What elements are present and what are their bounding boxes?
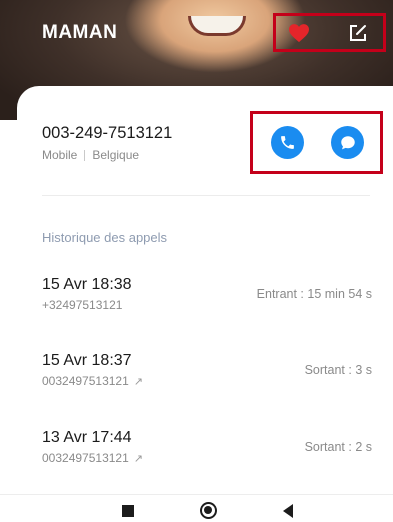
outgoing-arrow-icon: ↗ (133, 453, 143, 465)
square-icon[interactable] (122, 505, 134, 517)
divider (42, 195, 370, 196)
photo-smile (188, 16, 246, 36)
call-history-row[interactable]: 15 Avr 18:38 +32497513121 Entrant : 15 m… (42, 276, 372, 316)
contact-name: MAMAN (42, 22, 118, 43)
edit-contact-button[interactable] (348, 23, 368, 43)
call-duration: Sortant : 3 s (304, 363, 372, 377)
call-number: 0032497513121 ↗ (42, 374, 143, 388)
call-number: 0032497513121 ↗ (42, 451, 143, 465)
call-history-row[interactable]: 13 Avr 17:44 0032497513121 ↗ Sortant : 2 … (42, 429, 372, 469)
call-duration: Sortant : 2 s (304, 440, 372, 454)
phone-type: Mobile (42, 148, 78, 162)
phone-meta: Mobile Belgique (42, 148, 139, 162)
navigation-bar (0, 494, 393, 522)
call-history-row[interactable]: 15 Avr 18:37 0032497513121 ↗ Sortant : 3 … (42, 352, 372, 392)
chat-bubble-icon (340, 135, 355, 149)
phone-country: Belgique (92, 148, 140, 162)
top-actions-highlight (273, 13, 386, 52)
heart-icon (289, 24, 309, 43)
call-button[interactable] (271, 126, 304, 159)
phone-number[interactable]: 003-249-7513121 (42, 124, 172, 143)
call-datetime: 15 Avr 18:38 (42, 276, 132, 293)
outgoing-arrow-icon: ↗ (133, 376, 143, 388)
contact-card: 003-249-7513121 Mobile Belgique Historiq… (17, 86, 393, 522)
back-triangle-icon[interactable] (283, 504, 293, 518)
call-datetime: 15 Avr 18:37 (42, 352, 132, 369)
edit-icon (350, 25, 366, 41)
call-duration: Entrant : 15 min 54 s (256, 287, 372, 301)
call-number: +32497513121 (42, 298, 123, 312)
call-datetime: 13 Avr 17:44 (42, 429, 132, 446)
call-history-title: Historique des appels (42, 230, 168, 245)
circle-icon[interactable] (200, 502, 217, 519)
meta-separator (84, 149, 86, 161)
call-actions-highlight (250, 111, 383, 174)
phone-icon (281, 136, 294, 149)
favorite-button[interactable] (288, 23, 310, 43)
message-button[interactable] (331, 126, 364, 159)
